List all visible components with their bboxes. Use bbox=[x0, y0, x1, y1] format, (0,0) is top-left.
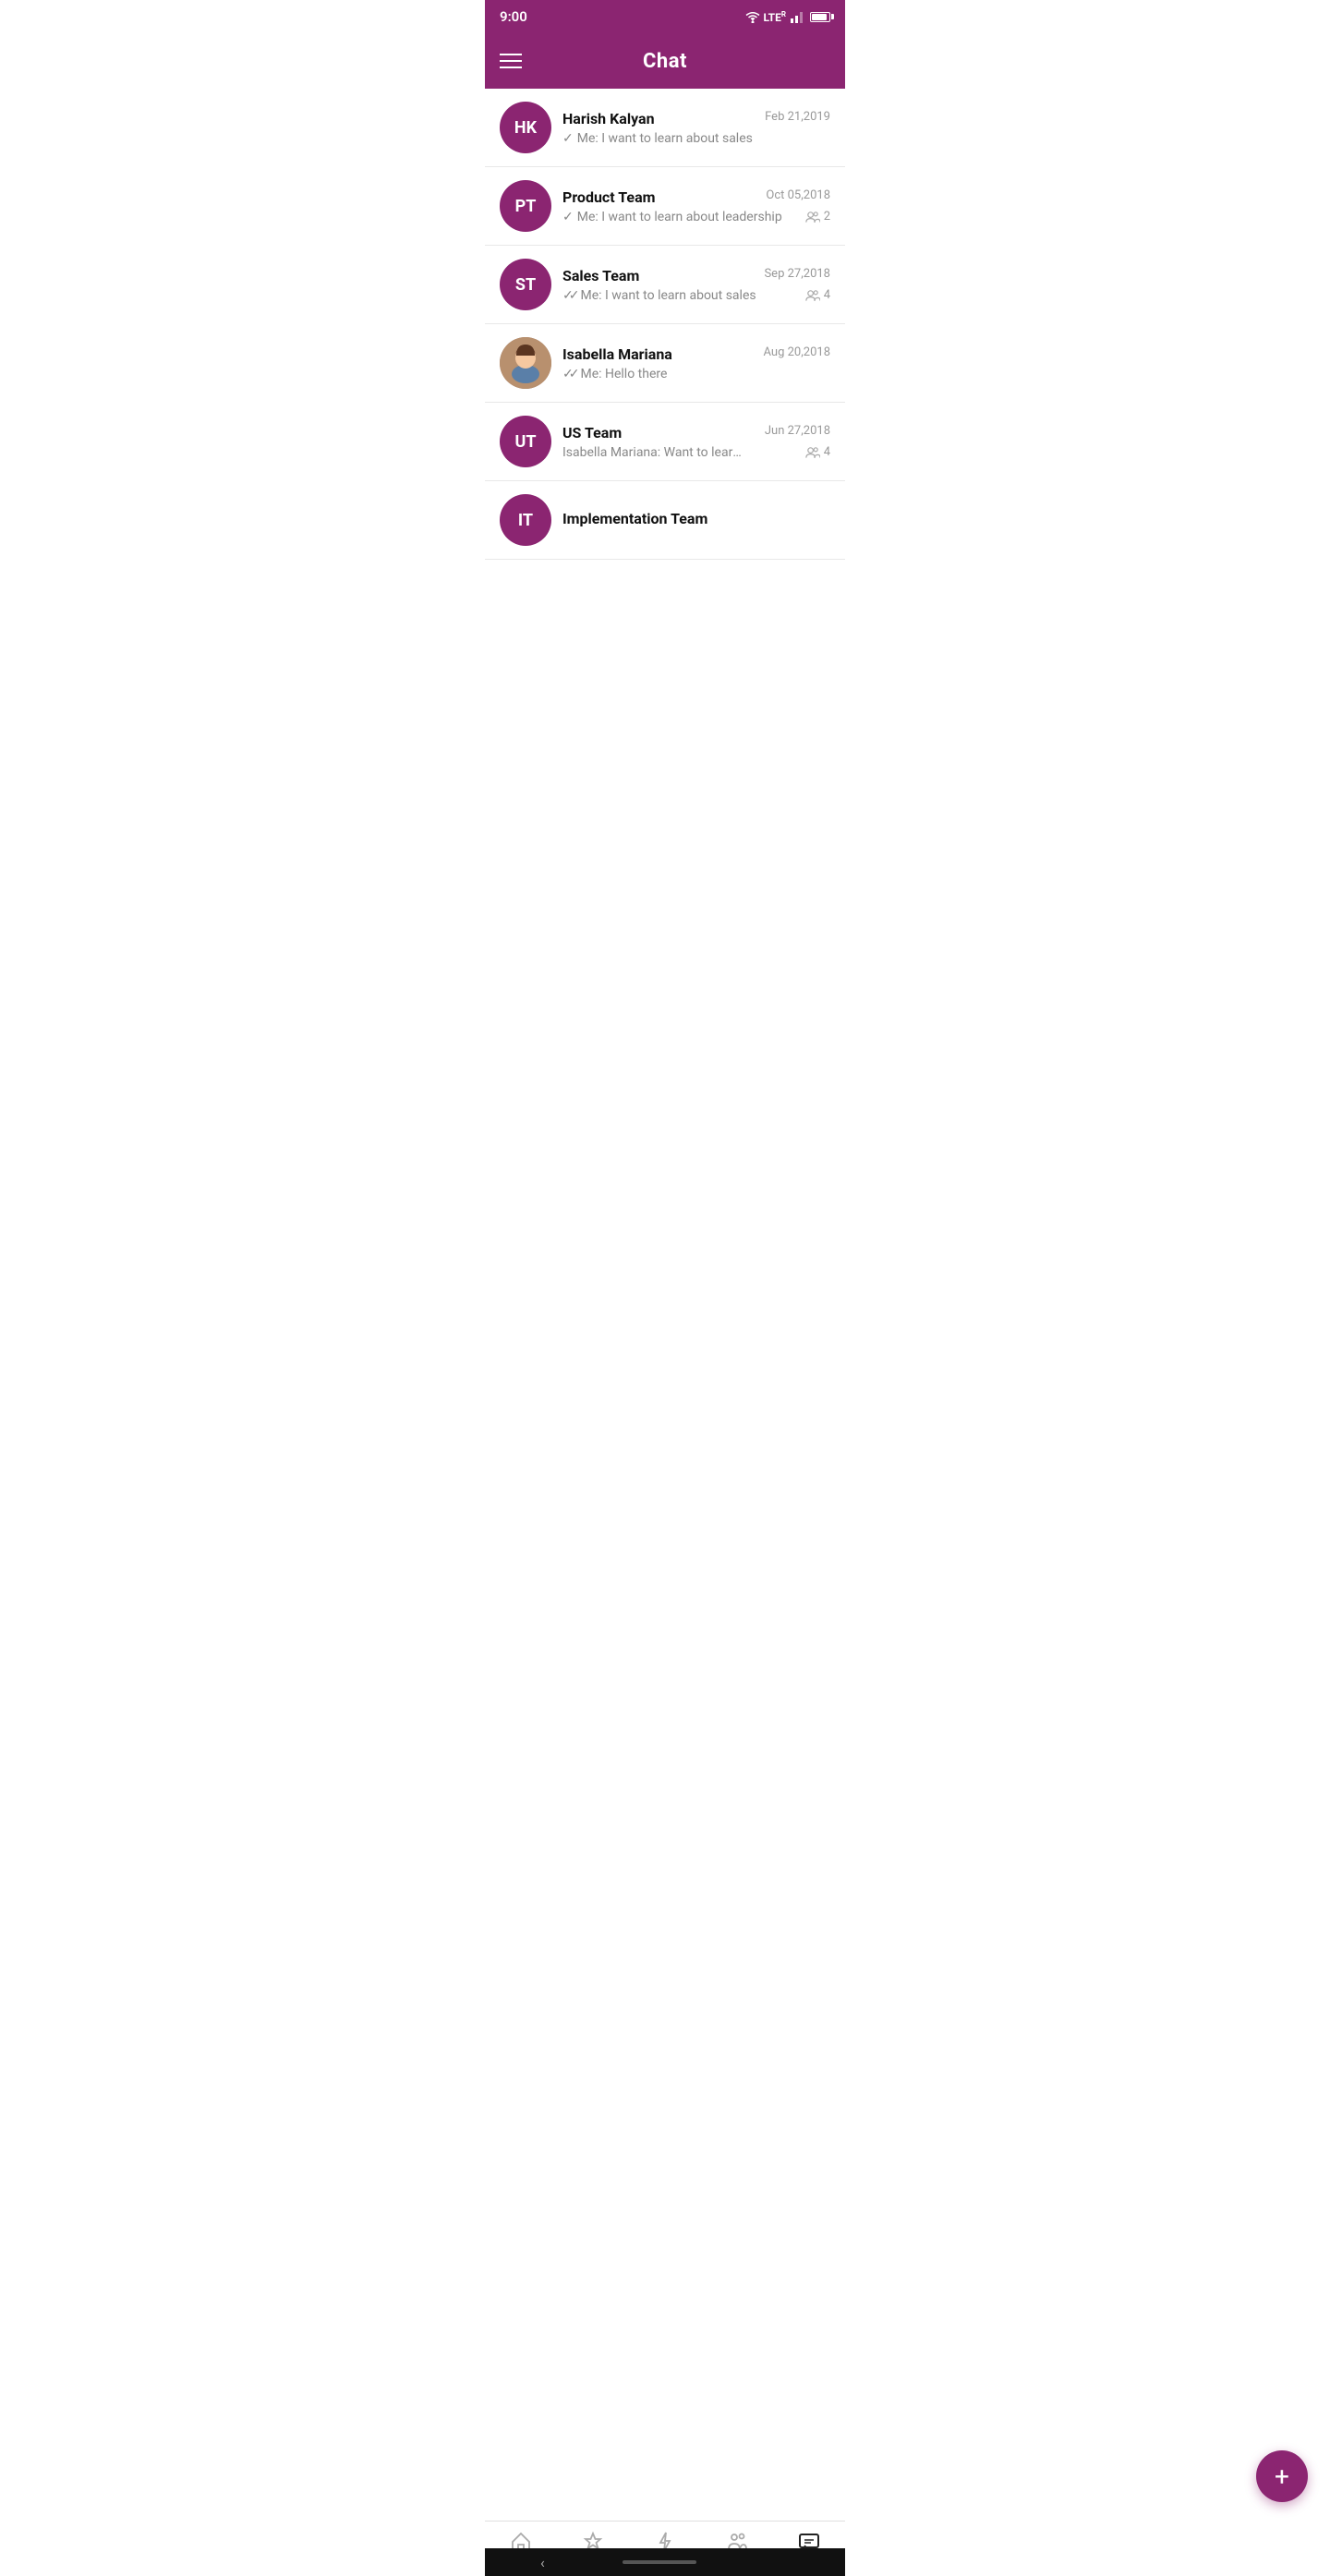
people-icon bbox=[805, 211, 820, 224]
check-icon: ✓ bbox=[562, 210, 574, 224]
chat-meta: 4 bbox=[805, 288, 830, 302]
people-icon bbox=[805, 446, 820, 459]
chat-top: Implementation Team bbox=[562, 510, 830, 527]
avatar-us-team: UT bbox=[500, 416, 551, 467]
device-bottom-bar: ‹ bbox=[485, 2548, 845, 2576]
wifi-icon bbox=[745, 11, 760, 23]
chat-item-product-team[interactable]: PT Product Team Oct 05,2018 ✓ Me: I want… bbox=[485, 167, 845, 246]
portrait-svg bbox=[500, 337, 551, 389]
chat-item-sales-team[interactable]: ST Sales Team Sep 27,2018 ✓✓ Me: I want … bbox=[485, 246, 845, 324]
status-bar: 9:00 LTER bbox=[485, 0, 845, 33]
chat-content-us-team: US Team Jun 27,2018 Isabella Mariana: Wa… bbox=[562, 424, 830, 460]
menu-button[interactable] bbox=[500, 54, 522, 68]
chat-item-isabella-mariana[interactable]: Isabella Mariana Aug 20,2018 ✓✓ Me: Hell… bbox=[485, 324, 845, 403]
chat-name: Product Team bbox=[562, 188, 656, 206]
avatar-implementation-team: IT bbox=[500, 494, 551, 546]
check-icon: ✓ bbox=[562, 131, 574, 146]
avatar-product-team: PT bbox=[500, 180, 551, 232]
status-icons: LTER bbox=[745, 10, 830, 24]
chat-top: Harish Kalyan Feb 21,2019 bbox=[562, 110, 830, 127]
battery-icon bbox=[810, 12, 830, 22]
new-chat-fab[interactable]: + bbox=[1256, 2450, 1308, 2502]
chat-bottom: ✓ Me: I want to learn about leadership 2 bbox=[562, 210, 830, 224]
page-title: Chat bbox=[522, 50, 808, 73]
chat-date: Feb 21,2019 bbox=[765, 110, 830, 124]
chat-bottom: ✓✓ Me: Hello there bbox=[562, 367, 830, 381]
avatar-harish-kalyan: HK bbox=[500, 102, 551, 153]
chat-top: Product Team Oct 05,2018 bbox=[562, 188, 830, 206]
chat-name: US Team bbox=[562, 424, 622, 441]
home-pill[interactable] bbox=[623, 2560, 696, 2564]
chat-date: Jun 27,2018 bbox=[765, 424, 830, 438]
chat-bottom: ✓✓ Me: I want to learn about sales 4 bbox=[562, 288, 830, 303]
chat-preview: ✓✓ Me: Hello there bbox=[562, 367, 830, 381]
chat-date: Oct 05,2018 bbox=[766, 188, 830, 202]
chat-bottom: ✓ Me: I want to learn about sales bbox=[562, 131, 830, 146]
chat-item-us-team[interactable]: UT US Team Jun 27,2018 Isabella Mariana:… bbox=[485, 403, 845, 481]
chat-content-isabella-mariana: Isabella Mariana Aug 20,2018 ✓✓ Me: Hell… bbox=[562, 345, 830, 381]
chat-name: Implementation Team bbox=[562, 510, 707, 527]
chat-meta: 2 bbox=[805, 210, 830, 224]
plus-icon: + bbox=[1275, 2461, 1289, 2492]
back-arrow-icon[interactable]: ‹ bbox=[540, 2554, 545, 2571]
double-check-icon: ✓✓ bbox=[562, 288, 576, 303]
chat-name: Sales Team bbox=[562, 267, 639, 284]
chat-date: Sep 27,2018 bbox=[764, 267, 830, 281]
signal-icon bbox=[790, 11, 804, 23]
chat-top: US Team Jun 27,2018 bbox=[562, 424, 830, 441]
chat-name: Harish Kalyan bbox=[562, 110, 655, 127]
double-check-icon: ✓✓ bbox=[562, 367, 576, 381]
chat-meta: 4 bbox=[805, 445, 830, 459]
chat-name: Isabella Mariana bbox=[562, 345, 672, 363]
status-time: 9:00 bbox=[500, 8, 527, 25]
chat-content-implementation-team: Implementation Team bbox=[562, 510, 830, 531]
chat-top: Sales Team Sep 27,2018 bbox=[562, 267, 830, 284]
chat-content-harish-kalyan: Harish Kalyan Feb 21,2019 ✓ Me: I want t… bbox=[562, 110, 830, 146]
chat-preview: ✓ Me: I want to learn about leadership bbox=[562, 210, 798, 224]
chat-content-product-team: Product Team Oct 05,2018 ✓ Me: I want to… bbox=[562, 188, 830, 224]
chat-list: HK Harish Kalyan Feb 21,2019 ✓ Me: I wan… bbox=[485, 89, 845, 680]
chat-bottom: Isabella Mariana: Want to learn about co… bbox=[562, 445, 830, 460]
chat-preview: ✓ Me: I want to learn about sales bbox=[562, 131, 830, 146]
people-icon bbox=[805, 289, 820, 302]
chat-item-harish-kalyan[interactable]: HK Harish Kalyan Feb 21,2019 ✓ Me: I wan… bbox=[485, 89, 845, 167]
avatar-isabella-mariana bbox=[500, 337, 551, 389]
avatar-sales-team: ST bbox=[500, 259, 551, 310]
chat-preview: Isabella Mariana: Want to learn about co… bbox=[562, 445, 798, 460]
lte-label: LTER bbox=[764, 10, 786, 24]
chat-content-sales-team: Sales Team Sep 27,2018 ✓✓ Me: I want to … bbox=[562, 267, 830, 303]
chat-preview: ✓✓ Me: I want to learn about sales bbox=[562, 288, 798, 303]
chat-date: Aug 20,2018 bbox=[764, 345, 831, 359]
app-header: Chat bbox=[485, 33, 845, 89]
chat-item-implementation-team[interactable]: IT Implementation Team bbox=[485, 481, 845, 560]
chat-top: Isabella Mariana Aug 20,2018 bbox=[562, 345, 830, 363]
